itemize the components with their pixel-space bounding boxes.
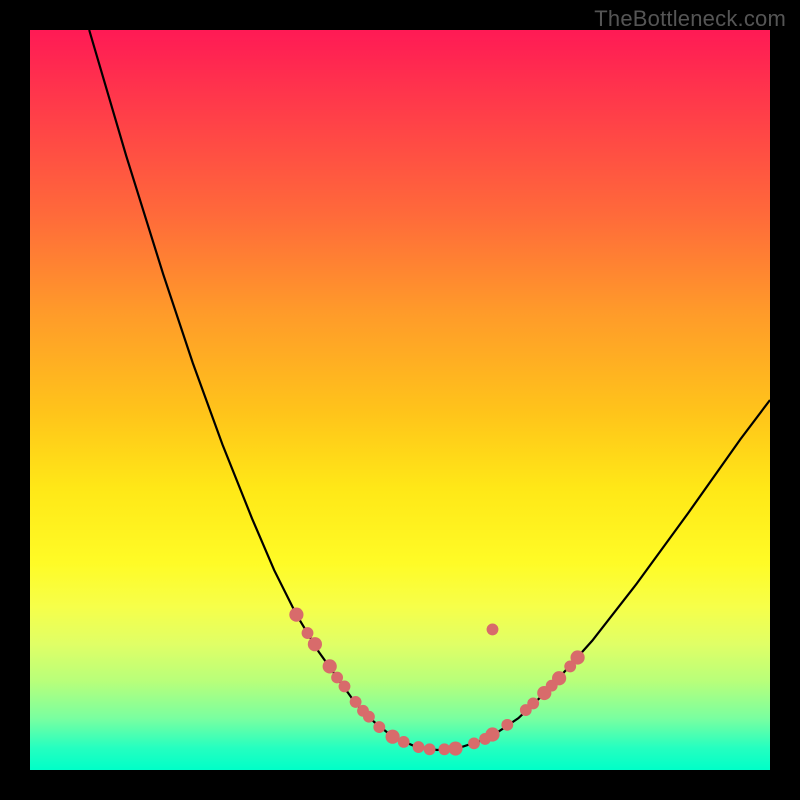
plot-area [30,30,770,770]
data-marker [308,637,322,651]
data-marker [487,623,499,635]
data-marker [373,721,385,733]
marker-group [289,608,584,756]
chart-svg [30,30,770,770]
data-marker [552,671,566,685]
data-marker [363,711,375,723]
watermark-text: TheBottleneck.com [594,6,786,32]
data-marker [302,627,314,639]
data-marker [468,737,480,749]
data-marker [413,741,425,753]
data-marker [527,697,539,709]
data-marker [501,719,513,731]
data-marker [485,727,499,741]
data-marker [571,650,585,664]
chart-frame: TheBottleneck.com [0,0,800,800]
data-marker [424,743,436,755]
data-marker [289,608,303,622]
bottleneck-curve [89,30,770,750]
data-marker [386,730,400,744]
data-marker [339,680,351,692]
data-marker [398,736,410,748]
data-marker [448,741,462,755]
data-marker [323,659,337,673]
